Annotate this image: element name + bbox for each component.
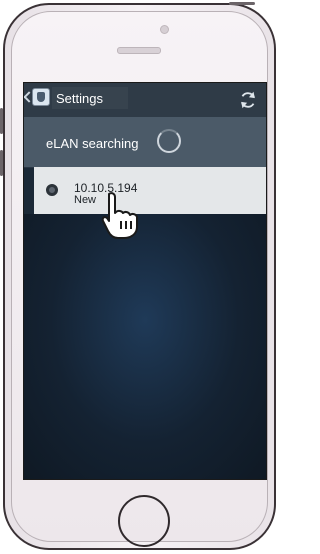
- pointer-hand-icon: [101, 192, 138, 239]
- search-status-label: eLAN searching: [46, 136, 139, 151]
- page-title: Settings: [56, 91, 103, 106]
- app-screen: Settings eLAN searching 10.10.5.194 New: [23, 82, 267, 480]
- screen-background: [24, 214, 266, 479]
- refresh-icon[interactable]: [237, 89, 259, 111]
- device-status: New: [74, 194, 97, 206]
- power-button: [229, 2, 255, 5]
- app-header: Settings: [24, 83, 266, 117]
- speaker-grille: [117, 47, 161, 54]
- app-logo-icon[interactable]: [32, 88, 50, 106]
- device-list-item[interactable]: 10.10.5.194 New: [34, 167, 266, 214]
- home-button[interactable]: [118, 495, 170, 547]
- loading-spinner-icon: [157, 129, 181, 153]
- volume-button: [0, 150, 3, 176]
- camera-icon: [160, 25, 169, 34]
- search-status-row: eLAN searching: [24, 117, 266, 167]
- volume-button: [0, 108, 3, 134]
- radio-button[interactable]: [46, 184, 58, 196]
